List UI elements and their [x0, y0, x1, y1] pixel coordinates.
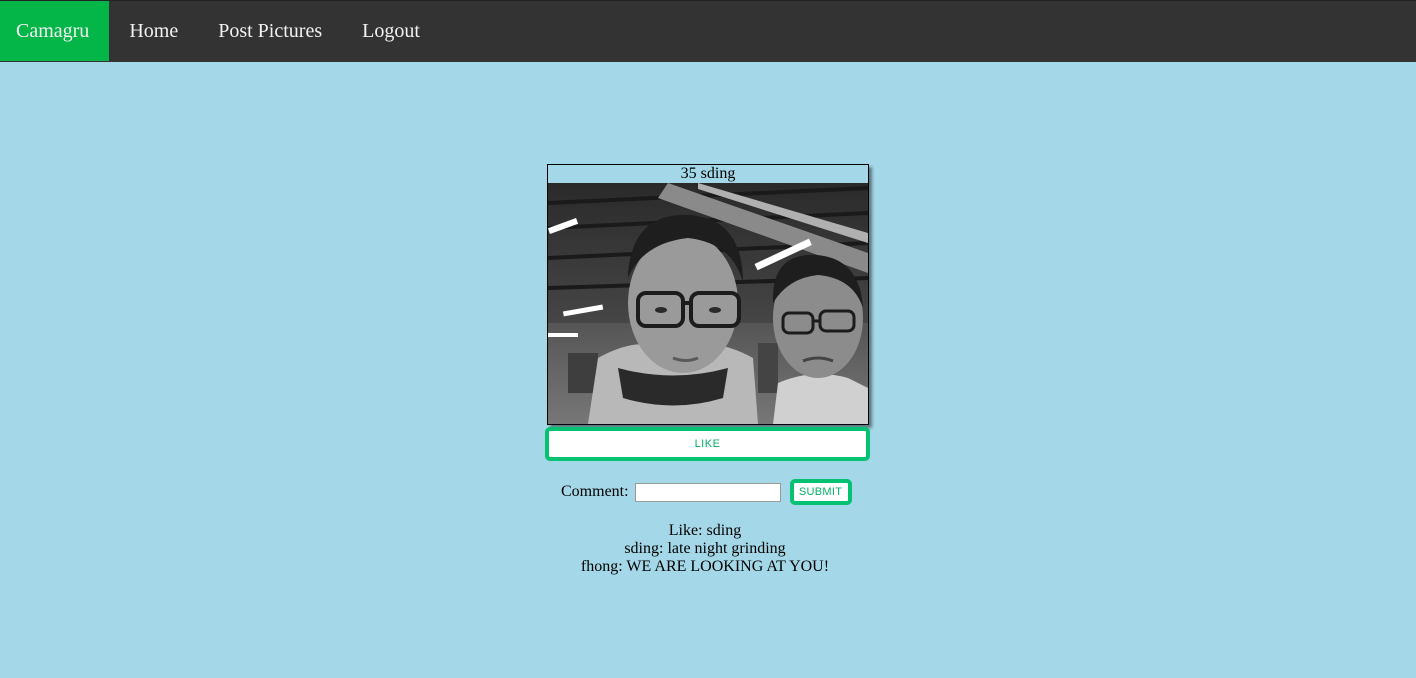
comment-input[interactable]	[634, 482, 781, 502]
comment-item: sding: late night grinding	[624, 540, 786, 557]
post-photo	[548, 183, 868, 424]
brand-link[interactable]: Camagru	[0, 1, 110, 61]
comment-label: Comment:	[561, 483, 629, 500]
post-caption: 35 sding	[680, 165, 736, 182]
like-button[interactable]: LIKE	[545, 427, 870, 461]
top-navigation-bar: Camagru Home Post Pictures Logout	[0, 0, 1416, 62]
activity-list: Like: sding sding: late night grinding f…	[505, 522, 905, 576]
nav-item-home[interactable]: Home	[109, 1, 198, 61]
nav-item-post-pictures[interactable]: Post Pictures	[198, 1, 342, 61]
like-line: Like: sding	[668, 522, 742, 539]
nav-item-logout[interactable]: Logout	[342, 1, 440, 61]
comment-item: fhong: WE ARE LOOKING AT YOU!	[580, 558, 830, 575]
comment-form: Comment: SUBMIT	[561, 479, 852, 505]
submit-button[interactable]: SUBMIT	[789, 479, 852, 505]
post-card: 35 sding	[547, 164, 869, 425]
